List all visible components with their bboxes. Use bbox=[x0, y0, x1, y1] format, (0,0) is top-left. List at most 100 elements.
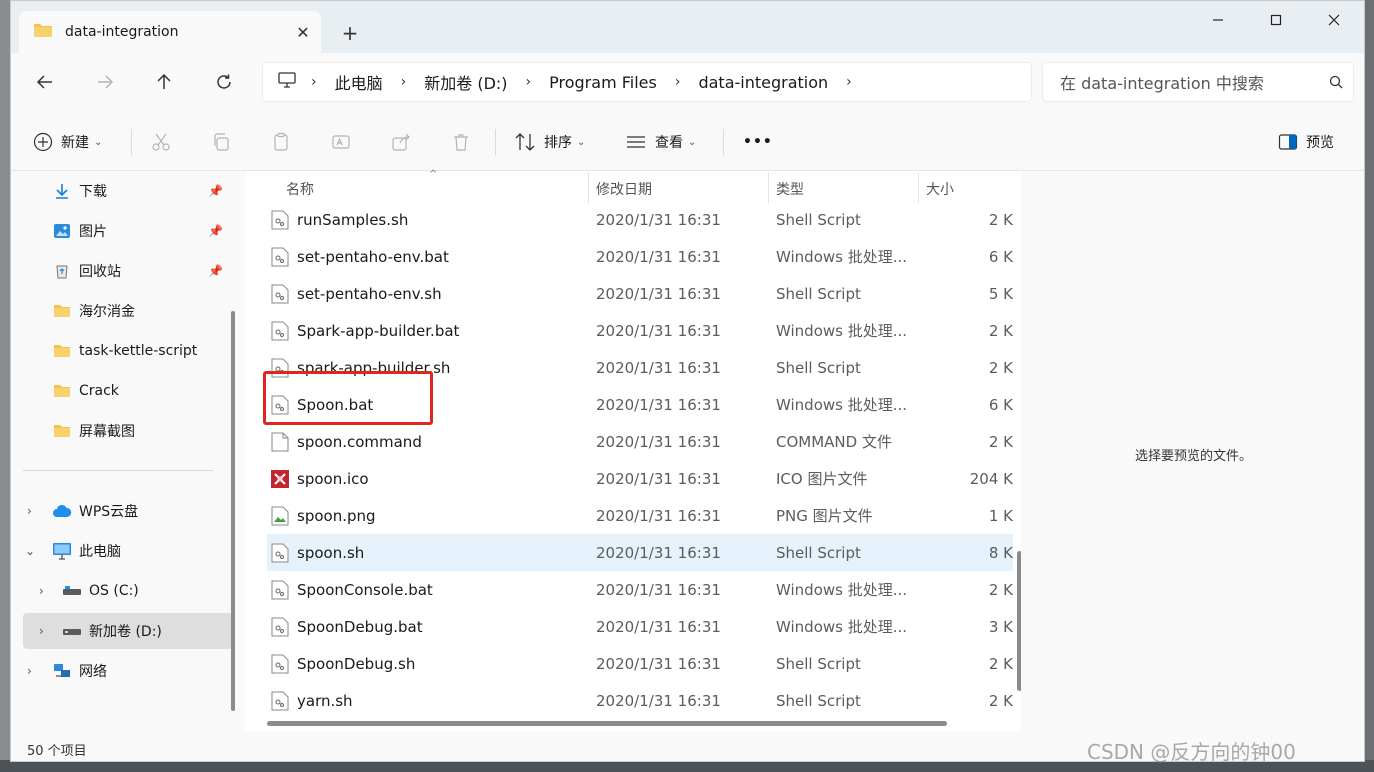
file-row[interactable]: SpoonConsole.bat 2020/1/31 16:31 Windows 批… bbox=[267, 571, 1013, 608]
sidebar-scrollbar[interactable] bbox=[231, 311, 235, 711]
file-row[interactable]: SpoonDebug.sh 2020/1/31 16:31 Shell Script… bbox=[267, 645, 1013, 682]
breadcrumb-program-files[interactable]: Program Files bbox=[549, 73, 657, 92]
toolbar-divider bbox=[723, 129, 724, 155]
file-row[interactable]: set-pentaho-env.sh 2020/1/31 16:31 Shell S… bbox=[267, 275, 1013, 312]
file-row[interactable]: Spark-app-builder.bat 2020/1/31 16:31 Wind… bbox=[267, 312, 1013, 349]
pin-icon[interactable]: 📌 bbox=[208, 224, 223, 238]
watermark: CSDN @反方向的钟00 bbox=[1087, 740, 1296, 764]
column-separator[interactable] bbox=[918, 173, 919, 203]
folder-icon bbox=[51, 420, 73, 442]
script-file-icon bbox=[271, 654, 289, 674]
search-box[interactable]: 在 data-integration 中搜索 bbox=[1042, 62, 1354, 102]
sidebar-item-recycle-bin[interactable]: 回收站 📌 bbox=[23, 253, 223, 289]
sidebar-item-network[interactable]: › 网络 bbox=[23, 653, 223, 689]
copy-button[interactable] bbox=[211, 127, 231, 157]
copy-icon bbox=[214, 133, 229, 151]
file-date: 2020/1/31 16:31 bbox=[596, 469, 721, 488]
minimize-button[interactable] bbox=[1189, 1, 1247, 39]
search-icon[interactable] bbox=[1319, 75, 1353, 89]
horizontal-scrollbar[interactable] bbox=[267, 721, 947, 726]
file-row[interactable]: SpoonDebug.bat 2020/1/31 16:31 Windows 批处理… bbox=[267, 608, 1013, 645]
breadcrumb-this-pc[interactable]: 此电脑 bbox=[335, 70, 383, 94]
chevron-right-icon[interactable]: › bbox=[39, 624, 44, 638]
pin-icon[interactable]: 📌 bbox=[208, 264, 223, 278]
chevron-down-icon: ⌄ bbox=[577, 136, 586, 148]
up-button[interactable] bbox=[146, 67, 182, 97]
maximize-button[interactable] bbox=[1247, 1, 1305, 39]
back-button[interactable] bbox=[27, 67, 63, 97]
forward-button[interactable] bbox=[87, 67, 123, 97]
sort-icon bbox=[515, 133, 535, 151]
file-row[interactable]: spark-app-builder.sh 2020/1/31 16:31 Shell… bbox=[267, 349, 1013, 386]
paste-button[interactable] bbox=[271, 127, 291, 157]
file-row[interactable]: yarn.sh 2020/1/31 16:31 Shell Script 2 K bbox=[267, 682, 1013, 719]
script-file-icon bbox=[271, 358, 289, 378]
file-row[interactable]: spoon.ico 2020/1/31 16:31 ICO 图片文件 204 K bbox=[267, 460, 1013, 497]
refresh-button[interactable] bbox=[206, 67, 242, 97]
breadcrumb-d-drive[interactable]: 新加卷 (D:) bbox=[424, 70, 507, 94]
tab-close-icon[interactable]: ✕ bbox=[285, 23, 321, 42]
sidebar-item-crack[interactable]: Crack bbox=[23, 373, 223, 409]
more-options-button[interactable]: ••• bbox=[743, 127, 773, 157]
folder-icon bbox=[51, 300, 73, 322]
file-name: SpoonDebug.bat bbox=[297, 617, 423, 636]
sidebar-item-downloads[interactable]: 下载 📌 bbox=[23, 173, 223, 209]
sidebar-item-pictures[interactable]: 图片 📌 bbox=[23, 213, 223, 249]
new-tab-button[interactable]: + bbox=[333, 19, 367, 47]
file-name: spoon.ico bbox=[297, 469, 369, 488]
column-header-name[interactable]: 名称 bbox=[286, 179, 314, 199]
folder-icon bbox=[51, 380, 73, 402]
sidebar-item-label: 新加卷 (D:) bbox=[89, 624, 162, 640]
column-separator[interactable] bbox=[588, 173, 589, 203]
column-header-type[interactable]: 类型 bbox=[776, 179, 804, 199]
file-size: 6 K bbox=[988, 395, 1013, 414]
column-header-size[interactable]: 大小 bbox=[926, 179, 954, 199]
chevron-right-icon[interactable]: › bbox=[39, 584, 44, 598]
file-type: Shell Script bbox=[776, 284, 861, 303]
column-separator[interactable] bbox=[768, 173, 769, 203]
sidebar-item-os-c[interactable]: › OS (C:) bbox=[23, 573, 223, 609]
view-list-icon bbox=[627, 136, 645, 148]
sidebar-item-screenshots[interactable]: 屏幕截图 bbox=[23, 413, 223, 449]
sidebar-item-wps-cloud[interactable]: › WPS云盘 bbox=[23, 493, 223, 529]
chevron-right-icon: › bbox=[400, 74, 407, 90]
rename-button[interactable] bbox=[331, 127, 351, 157]
file-row[interactable]: spoon.png 2020/1/31 16:31 PNG 图片文件 1 K bbox=[267, 497, 1013, 534]
chevron-right-icon[interactable]: › bbox=[27, 504, 32, 518]
view-label: 查看 bbox=[655, 135, 683, 151]
pin-icon[interactable]: 📌 bbox=[208, 184, 223, 198]
sidebar-item-d-drive[interactable]: › 新加卷 (D:) bbox=[23, 613, 233, 649]
file-size: 2 K bbox=[988, 210, 1013, 229]
file-date: 2020/1/31 16:31 bbox=[596, 432, 721, 451]
close-window-button[interactable] bbox=[1305, 1, 1363, 39]
sort-button[interactable]: 排序 ⌄ bbox=[514, 127, 585, 157]
tab-data-integration[interactable]: data-integration ✕ bbox=[19, 11, 321, 53]
file-date: 2020/1/31 16:31 bbox=[596, 395, 721, 414]
delete-button[interactable] bbox=[451, 127, 471, 157]
pictures-icon bbox=[51, 220, 73, 242]
new-button[interactable]: 新建 ⌄ bbox=[33, 127, 102, 157]
chevron-right-icon[interactable]: › bbox=[27, 664, 32, 678]
sidebar-item-this-pc[interactable]: ⌄ 此电脑 bbox=[23, 533, 223, 569]
share-button[interactable] bbox=[391, 127, 411, 157]
chevron-down-icon[interactable]: ⌄ bbox=[25, 544, 35, 558]
file-type: Windows 批处理... bbox=[776, 581, 908, 599]
column-header-date[interactable]: 修改日期 bbox=[596, 179, 652, 199]
file-row[interactable]: Spoon.bat 2020/1/31 16:31 Windows 批处理... 6 … bbox=[267, 386, 1013, 423]
file-row[interactable]: runSamples.sh 2020/1/31 16:31 Shell Script… bbox=[267, 201, 1013, 238]
search-input[interactable]: 在 data-integration 中搜索 bbox=[1060, 70, 1319, 94]
preview-pane-button[interactable]: 预览 bbox=[1278, 127, 1334, 157]
cut-button[interactable] bbox=[151, 127, 171, 157]
sidebar-item-label: 下载 bbox=[79, 184, 107, 200]
file-row[interactable]: set-pentaho-env.bat 2020/1/31 16:31 Window… bbox=[267, 238, 1013, 275]
sidebar-item-haier-xiaojin[interactable]: 海尔消金 bbox=[23, 293, 223, 329]
sidebar-item-label: 海尔消金 bbox=[79, 304, 135, 320]
address-bar[interactable]: › 此电脑 › 新加卷 (D:) › Program Files › data-… bbox=[262, 62, 1032, 102]
file-row[interactable]: spoon.sh 2020/1/31 16:31 Shell Script 8 K bbox=[267, 534, 1013, 571]
file-row[interactable]: spoon.command 2020/1/31 16:31 COMMAND 文件 2 … bbox=[267, 423, 1013, 460]
view-button[interactable]: 查看 ⌄ bbox=[625, 127, 696, 157]
sidebar-item-task-kettle-script[interactable]: task-kettle-script bbox=[23, 333, 223, 369]
toolbar-divider bbox=[131, 129, 132, 155]
breadcrumb-data-integration[interactable]: data-integration bbox=[698, 73, 828, 92]
chevron-right-icon[interactable]: › bbox=[846, 74, 852, 90]
